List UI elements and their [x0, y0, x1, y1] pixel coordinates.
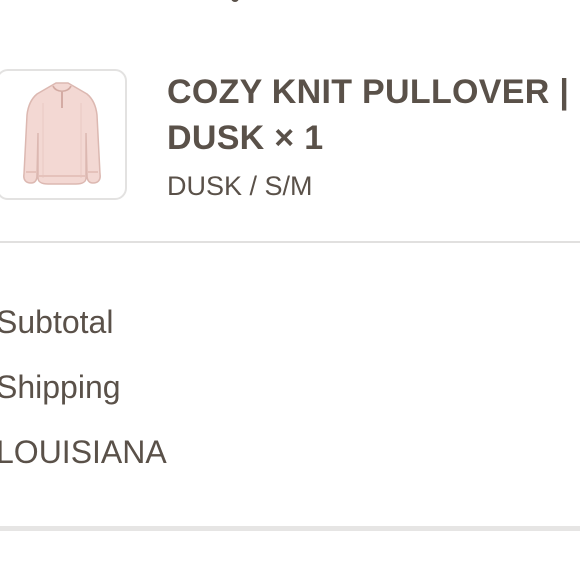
- product-name: COZY KNIT PULLOVER | DUSK: [167, 73, 570, 157]
- product-variant: DUSK / S/M: [167, 171, 313, 201]
- line-item-divider: [0, 241, 580, 243]
- product-title: COZY KNIT PULLOVER | DUSK × 1: [167, 69, 580, 161]
- shipping-region: LOUISIANA: [0, 434, 167, 470]
- product-quantity: × 1: [274, 119, 324, 157]
- order-line-item: COZY KNIT PULLOVER | DUSK × 1 DUSK / S/M: [0, 0, 580, 242]
- subtotal-label: Subtotal: [0, 304, 114, 340]
- product-thumbnail: [0, 69, 127, 200]
- pullover-image: [22, 81, 101, 185]
- summary-divider: [0, 526, 580, 531]
- shipping-label: Shipping: [0, 369, 121, 405]
